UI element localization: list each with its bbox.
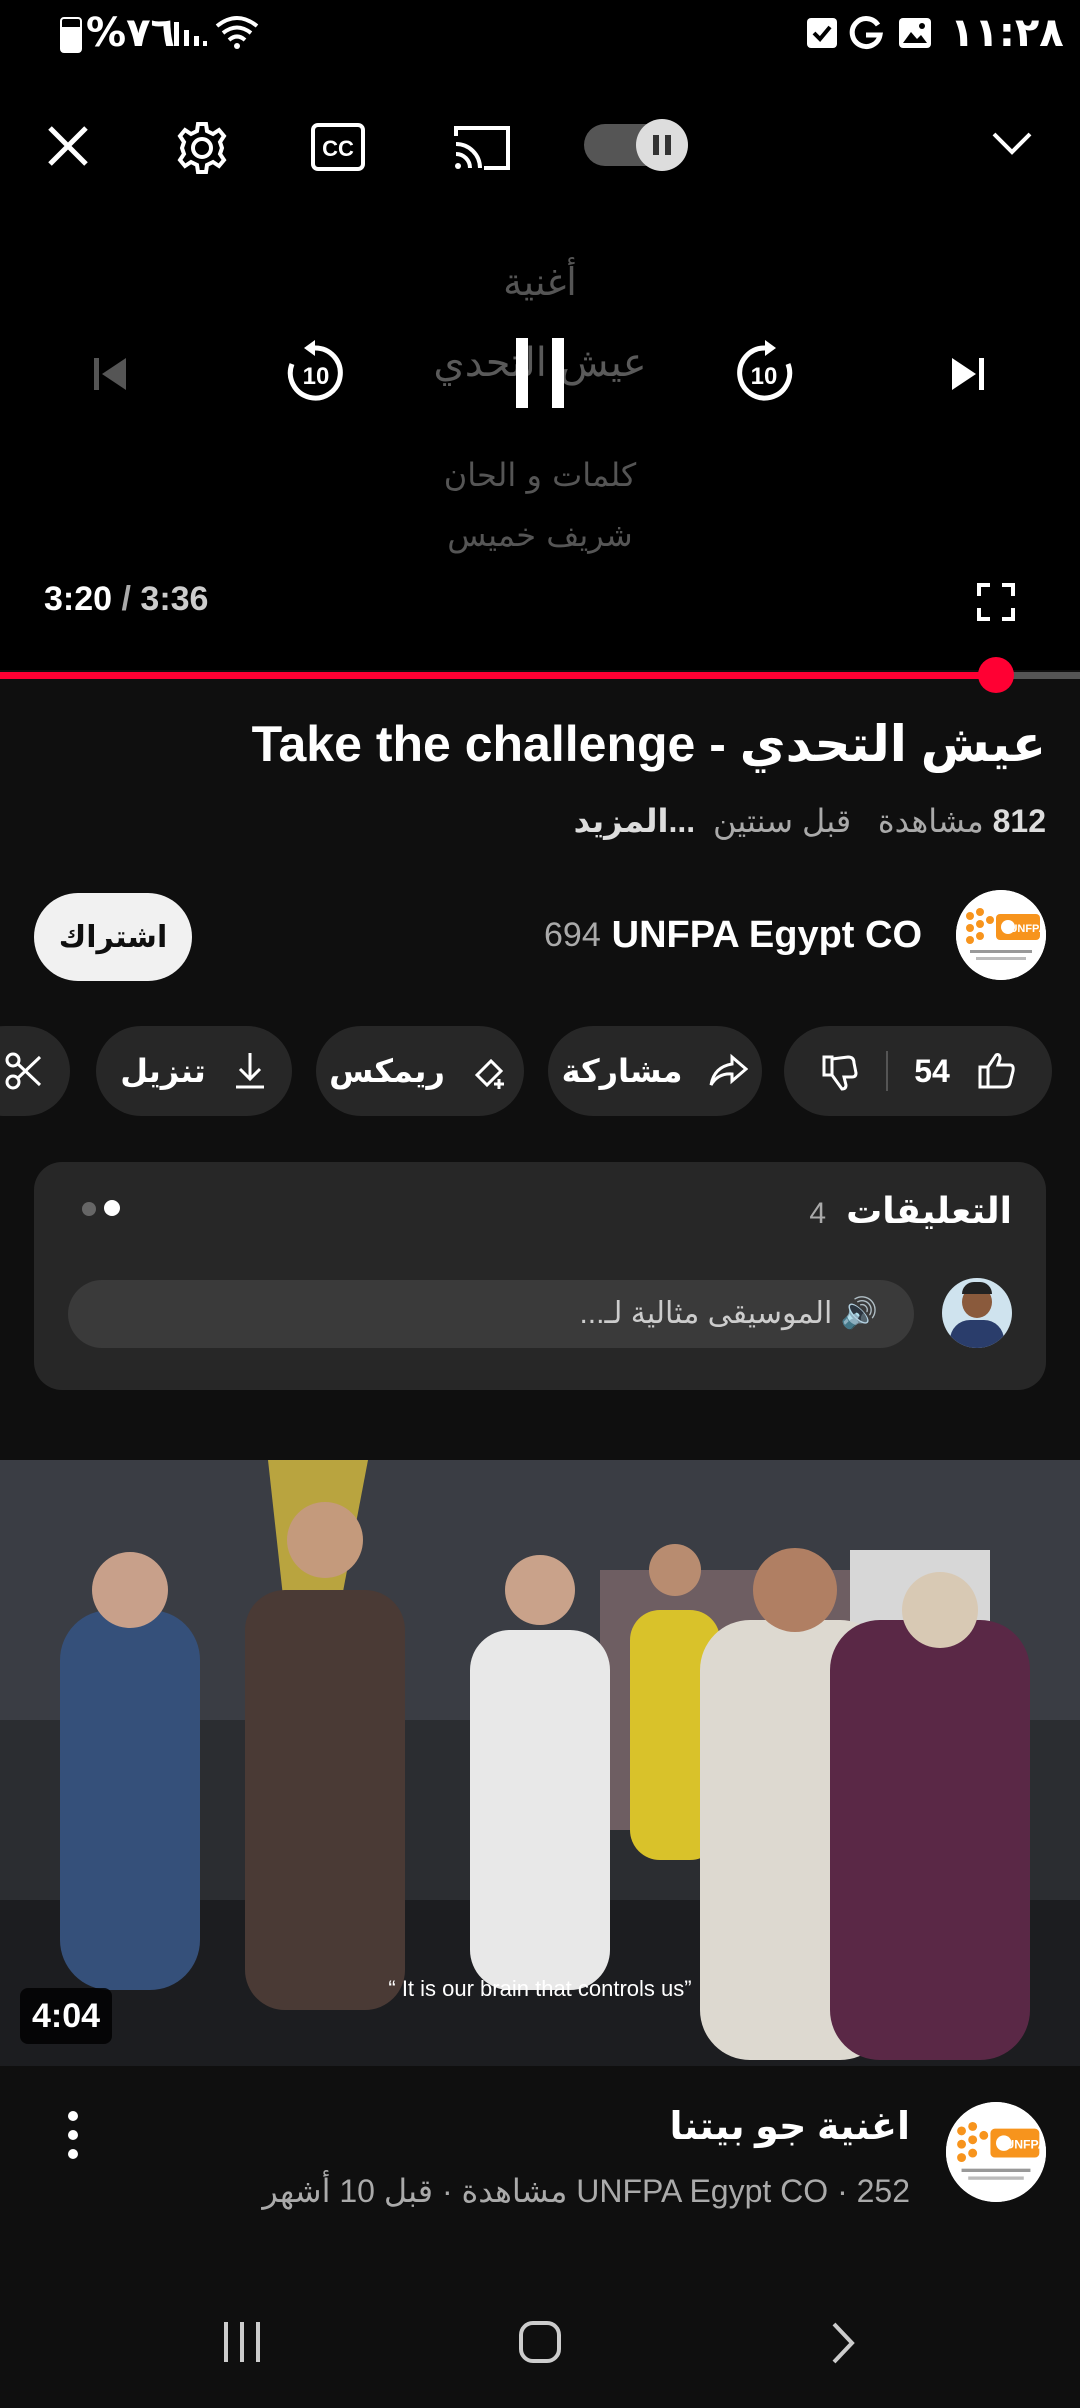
next-icon[interactable] [948, 354, 988, 394]
signal-icon [174, 22, 207, 46]
unfpa-logo-icon: UNFPA [946, 2102, 1046, 2202]
next-video-title[interactable]: اغنية جو بيتنا [670, 2104, 910, 2149]
views-label: مشاهدة [877, 803, 984, 839]
minimize-chevron-down-icon[interactable] [990, 128, 1034, 158]
comments-section[interactable]: التعليقات 4 🔊 الموسيقى مثالية لـ... [34, 1162, 1046, 1390]
previous-icon[interactable] [90, 354, 130, 394]
like-icon[interactable] [976, 1051, 1016, 1091]
more-options-kebab-icon[interactable] [66, 2110, 80, 2160]
meta-separator: · [828, 2173, 857, 2209]
remix-button[interactable]: ريمكس [316, 1026, 524, 1116]
cast-icon[interactable] [452, 122, 512, 172]
duration-badge: 4:04 [20, 1988, 113, 2044]
carousel-dot [82, 1202, 96, 1216]
share-label: مشاركة [561, 1053, 683, 1089]
clock: ١١:٢٨ [950, 10, 1064, 56]
playback-time: 3:20 / 3:36 [44, 580, 208, 619]
thumbnail-image: “ It is our brain that controls us” [0, 1460, 1080, 2066]
svg-text:CC: CC [322, 136, 354, 161]
next-video-channel: UNFPA Egypt CO [576, 2173, 829, 2209]
channel-avatar[interactable]: UNFPA [956, 890, 1046, 980]
download-icon [235, 1053, 264, 1089]
video-overlay-line3: كلمات و الحان [443, 456, 637, 494]
svg-text:10: 10 [751, 363, 778, 390]
total-time: 3:36 [140, 580, 209, 618]
like-divider [886, 1051, 889, 1091]
like-dislike-group: 54 [784, 1026, 1052, 1116]
download-button[interactable]: تنزيل [96, 1026, 292, 1116]
google-icon [849, 16, 883, 50]
next-video-meta: UNFPA Egypt CO · 252 مشاهدة · قبل 10 أشه… [262, 2172, 910, 2210]
time-separator: / [112, 580, 141, 618]
next-video-thumbnail[interactable]: “ It is our brain that controls us” [0, 1460, 1080, 2066]
download-label: تنزيل [120, 1053, 206, 1089]
close-icon[interactable] [44, 122, 92, 170]
fullscreen-icon[interactable] [976, 582, 1016, 622]
subscriber-count: 694 [544, 916, 601, 954]
scissors-icon [5, 1052, 42, 1090]
next-video-age: قبل 10 أشهر [262, 2173, 434, 2209]
comment-preview-box[interactable]: 🔊 الموسيقى مثالية لـ... [68, 1280, 914, 1348]
battery-icon [60, 17, 82, 53]
checklist-notification-icon [807, 18, 837, 48]
video-title[interactable]: عيش التحدي - Take the challenge [252, 715, 1046, 773]
video-overlay-line4: شريف خميس [447, 516, 633, 554]
video-player[interactable]: أغنية عيش التحدي كلمات و الحان شريف خميس… [0, 70, 1080, 670]
comments-count: 4 [809, 1197, 827, 1230]
share-icon [709, 1053, 749, 1086]
progress-fill [0, 672, 996, 679]
remix-label: ريمكس [329, 1053, 445, 1089]
thumbnail-caption: “ It is our brain that controls us” [388, 1976, 691, 2001]
recent-apps-icon[interactable] [220, 2320, 266, 2364]
captions-cc-icon[interactable]: CC [310, 122, 366, 172]
unfpa-logo-icon: UNFPA [956, 890, 1046, 980]
settings-gear-icon[interactable] [172, 118, 232, 178]
clip-button[interactable] [0, 1026, 70, 1116]
autoplay-pause-icon [636, 119, 688, 171]
progress-scrubber[interactable] [977, 657, 1014, 693]
channel-name[interactable]: UNFPA Egypt CO [612, 914, 922, 957]
video-meta[interactable]: 812 مشاهدة قبل سنتين ...المزيد [574, 802, 1046, 840]
autoplay-toggle[interactable] [584, 119, 688, 171]
avatar-logo-text: UNFPA [1009, 923, 1046, 935]
upload-age: قبل سنتين [712, 803, 852, 839]
like-count: 54 [914, 1052, 950, 1089]
comments-title-text: التعليقات [846, 1190, 1012, 1231]
share-button[interactable]: مشاركة [548, 1026, 762, 1116]
view-count: 812 [992, 803, 1046, 839]
svg-text:10: 10 [303, 363, 330, 390]
battery-percentage: %٧٦ [86, 10, 175, 56]
wifi-icon [215, 16, 259, 49]
remix-icon [474, 1058, 504, 1089]
meta-separator-2: · [433, 2173, 462, 2209]
carousel-dot-active [104, 1200, 120, 1216]
next-avatar-logo-text: UNFPA [1005, 2138, 1046, 2152]
forward-10-icon[interactable]: 10 [730, 338, 800, 408]
next-video-channel-avatar[interactable]: UNFPA [946, 2102, 1046, 2202]
more-link[interactable]: ...المزيد [574, 803, 696, 839]
back-chevron-icon[interactable] [828, 2320, 858, 2366]
dislike-icon[interactable] [820, 1051, 860, 1091]
video-overlay-line1: أغنية [503, 260, 577, 304]
home-icon[interactable] [518, 2320, 562, 2364]
gallery-notification-icon [899, 18, 931, 48]
comment-preview-text: 🔊 الموسيقى مثالية لـ... [579, 1297, 878, 1330]
commenter-avatar [942, 1278, 1012, 1348]
system-navigation-bar [0, 2280, 1080, 2408]
status-bar: %٧٦ ١١:٢٨ [0, 0, 1080, 70]
subscribe-button[interactable]: اشتراك [34, 893, 192, 981]
pause-icon[interactable] [512, 338, 568, 408]
current-time: 3:20 [44, 580, 113, 618]
comments-title: التعليقات 4 [809, 1190, 1012, 1232]
rewind-10-icon[interactable]: 10 [280, 338, 350, 408]
